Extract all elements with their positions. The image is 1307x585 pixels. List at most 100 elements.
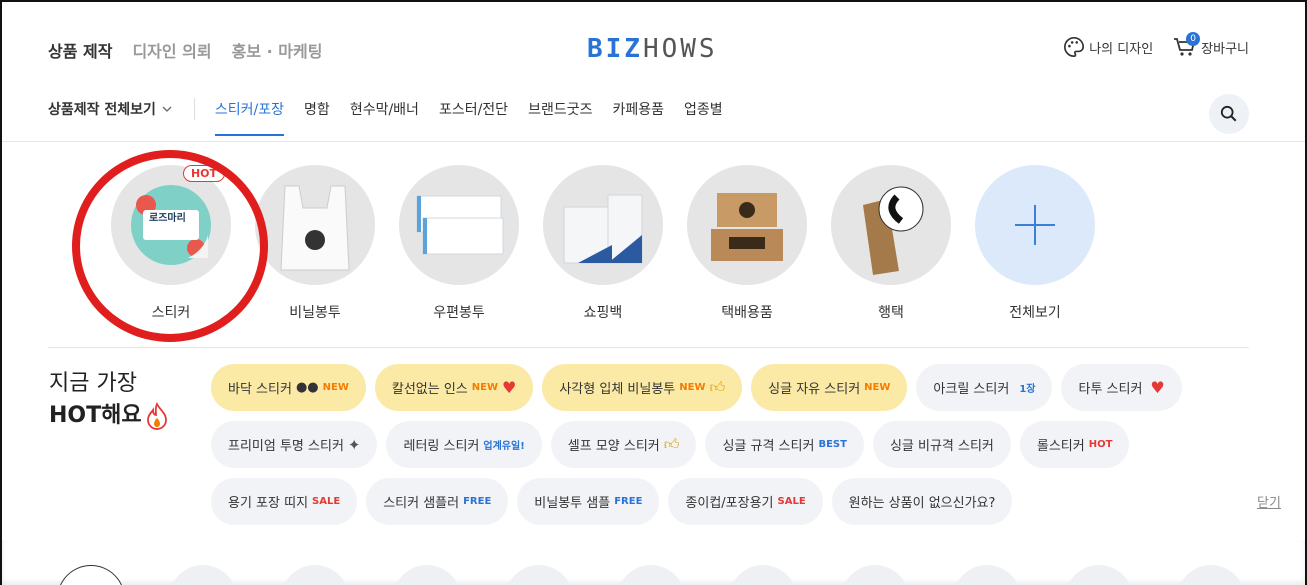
- bottom-circle[interactable]: [281, 565, 349, 585]
- all-products-dropdown[interactable]: 상품제작 전체보기: [48, 98, 195, 120]
- bottom-circle[interactable]: [1065, 565, 1133, 585]
- chip-label: 싱글 규격 스티커: [722, 439, 815, 454]
- product-thumbnail: [543, 165, 663, 285]
- nav-marketing[interactable]: 홍보 · 마케팅: [232, 38, 323, 62]
- chip-label: 싱글 비규격 스티커: [889, 439, 994, 454]
- header-utilities: 나의 디자인 0 장바구니: [1063, 32, 1249, 58]
- bizhows-logo[interactable]: BIZHOWS: [587, 34, 718, 64]
- product-label: 비닐봉투: [289, 305, 341, 321]
- tab-poster-flyer[interactable]: 포스터/전단: [439, 99, 508, 119]
- bottom-circle[interactable]: [1177, 565, 1245, 585]
- chip-label: 롤스티커: [1036, 439, 1085, 454]
- chip-acrylic-sticker[interactable]: 아크릴 스티커 1장: [916, 364, 1053, 411]
- product-label: 택배용품: [721, 305, 773, 321]
- chip-square-3d-vinyl[interactable]: 사각형 입체 비닐봉투 NEW 👍︎: [542, 364, 743, 411]
- envelope-image: [416, 195, 504, 255]
- annotation-circle: [72, 150, 268, 342]
- cart-label: 장바구니: [1201, 41, 1249, 57]
- nav-product-making[interactable]: 상품 제작: [48, 38, 112, 62]
- tab-by-industry[interactable]: 업종별: [684, 99, 723, 119]
- chip-label: 칼선없는 인스: [391, 382, 468, 397]
- chip-no-product-inquiry[interactable]: 원하는 상품이 없으신가요?: [831, 478, 1013, 525]
- chip-label: 사각형 입체 비닐봉투: [559, 382, 676, 397]
- tab-cafe-supplies[interactable]: 카페용품: [612, 99, 664, 119]
- chevron-down-icon: [162, 106, 172, 112]
- chip-self-shape-sticker[interactable]: 셀프 모양 스티커 👍︎: [550, 421, 697, 468]
- product-thumbnail: [975, 165, 1095, 285]
- chip-badge: NEW: [679, 382, 706, 393]
- tab-brand-goods[interactable]: 브랜드굿즈: [528, 99, 592, 119]
- bottom-circle[interactable]: [841, 565, 909, 585]
- product-shopping-bag[interactable]: 쇼핑백: [543, 165, 663, 322]
- tab-banner[interactable]: 현수막/배너: [350, 99, 419, 119]
- bottom-circle[interactable]: [169, 565, 237, 585]
- chip-label: 바닥 스티커: [228, 382, 292, 397]
- chip-label: 아크릴 스티커: [933, 382, 1010, 397]
- product-label: 전체보기: [1009, 305, 1061, 321]
- product-delivery-box[interactable]: 택배용품: [687, 165, 807, 322]
- tab-sticker-packaging[interactable]: 스티커/포장: [214, 99, 285, 136]
- chip-paper-cup[interactable]: 종이컵/포장용기 SALE: [668, 478, 823, 525]
- product-vinyl-bag[interactable]: 비닐봉투: [255, 165, 375, 322]
- divider: [2, 141, 1305, 142]
- product-label: 우편봉투: [433, 305, 485, 321]
- vinyl-bag-image: [280, 185, 350, 270]
- tab-business-card[interactable]: 명함: [304, 99, 330, 119]
- bottom-circle[interactable]: [505, 565, 573, 585]
- fire-icon: [146, 402, 167, 430]
- thumbs-up-icon: 👍︎: [663, 435, 680, 453]
- chip-label: 비닐봉투 샘플: [534, 496, 611, 511]
- bottom-circle[interactable]: [617, 565, 685, 585]
- chip-premium-clear-sticker[interactable]: 프리미엄 투명 스티커 ✦: [211, 421, 378, 468]
- chip-single-free-sticker[interactable]: 싱글 자유 스티커 NEW: [751, 364, 908, 411]
- chip-label: 스티커 샘플러: [383, 496, 460, 511]
- hot-chip-list: 바닥 스티커 ●● NEW 칼선없는 인스 NEW ♥ 사각형 입체 비닐봉투 …: [211, 364, 1221, 525]
- chip-single-standard-sticker[interactable]: 싱글 규격 스티커 BEST: [705, 421, 864, 468]
- chip-badge: HOT: [1088, 439, 1113, 450]
- top-nav: 상품 제작 디자인 의뢰 홍보 · 마케팅: [48, 38, 322, 62]
- plus-icon: [1015, 205, 1055, 245]
- search-button[interactable]: [1209, 94, 1249, 134]
- delivery-box-image: [711, 193, 783, 261]
- chip-single-nonstandard-sticker[interactable]: 싱글 비규격 스티커: [872, 421, 1011, 468]
- chip-container-band[interactable]: 용기 포장 띠지 SALE: [211, 478, 358, 525]
- chip-label: 원하는 상품이 없으신가요?: [848, 496, 996, 511]
- hot-title-line-1: 지금 가장: [49, 371, 137, 396]
- category-nav: 상품제작 전체보기 스티커/포장 명함 현수막/배너 포스터/전단 브랜드굿즈 …: [48, 98, 723, 136]
- product-thumbnail: [687, 165, 807, 285]
- chip-sticker-sampler[interactable]: 스티커 샘플러 FREE: [366, 478, 509, 525]
- sparkle-icon: ✦: [347, 435, 361, 454]
- product-thumbnail: [831, 165, 951, 285]
- chip-cutless-insta[interactable]: 칼선없는 인스 NEW ♥: [374, 364, 534, 411]
- cart-count-badge: 0: [1186, 32, 1201, 46]
- bottom-circle[interactable]: [729, 565, 797, 585]
- chip-badge: SALE: [777, 496, 806, 507]
- chip-badge: FREE: [463, 496, 492, 507]
- product-envelope[interactable]: 우편봉투: [399, 165, 519, 322]
- product-hang-tag[interactable]: 행택: [831, 165, 951, 322]
- my-design-link[interactable]: 나의 디자인: [1063, 36, 1153, 58]
- chip-badge: 업계유일!: [483, 441, 525, 452]
- chip-label: 종이컵/포장용기: [685, 496, 774, 511]
- logo-part-2: HOWS: [642, 34, 718, 64]
- close-link[interactable]: 닫기: [1257, 492, 1281, 511]
- hang-tag-image: [863, 186, 924, 275]
- my-design-label: 나의 디자인: [1089, 41, 1154, 57]
- nav-design-request[interactable]: 디자인 의뢰: [132, 38, 211, 62]
- chip-tattoo-sticker[interactable]: 타투 스티커 ♥: [1061, 364, 1182, 411]
- product-view-all[interactable]: 전체보기: [975, 165, 1095, 322]
- cart-link[interactable]: 0 장바구니: [1173, 32, 1249, 58]
- eyes-icon: ●●: [295, 380, 319, 395]
- chip-vinyl-sample[interactable]: 비닐봉투 샘플 FREE: [517, 478, 660, 525]
- chip-badge: NEW: [322, 382, 349, 393]
- chip-badge: BEST: [818, 439, 847, 450]
- chip-badge: NEW: [471, 382, 498, 393]
- bottom-circle[interactable]: [57, 565, 125, 585]
- chip-roll-sticker[interactable]: 롤스티커 HOT: [1019, 421, 1130, 468]
- bottom-circle[interactable]: [953, 565, 1021, 585]
- divider: [48, 347, 1249, 348]
- thumbs-up-icon: 👍︎: [709, 378, 726, 396]
- bottom-circle[interactable]: [393, 565, 461, 585]
- chip-lettering-sticker[interactable]: 레터링 스티커 업계유일!: [386, 421, 542, 468]
- chip-floor-sticker[interactable]: 바닥 스티커 ●● NEW: [211, 364, 366, 411]
